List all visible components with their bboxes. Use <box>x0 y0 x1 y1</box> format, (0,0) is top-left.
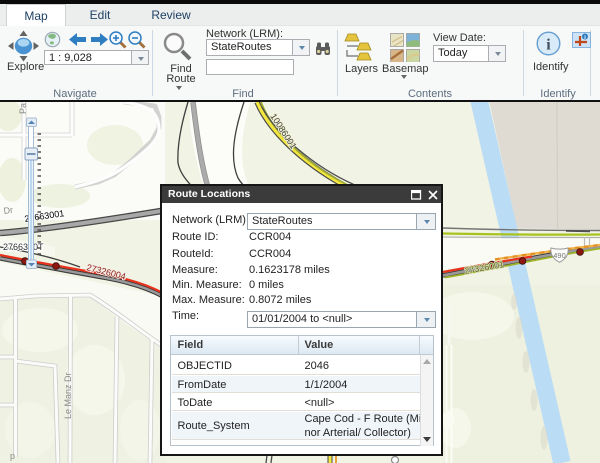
svg-text:Le Manz Dr: Le Manz Dr <box>63 372 73 419</box>
svg-text:490: 490 <box>553 251 566 260</box>
svg-text:2766310T: 2766310T <box>3 242 44 252</box>
svg-text:Pa: Pa <box>18 103 28 114</box>
svg-text:p: p <box>10 451 15 461</box>
svg-text:Dr: Dr <box>3 205 14 216</box>
svg-text:i: i <box>546 37 551 54</box>
